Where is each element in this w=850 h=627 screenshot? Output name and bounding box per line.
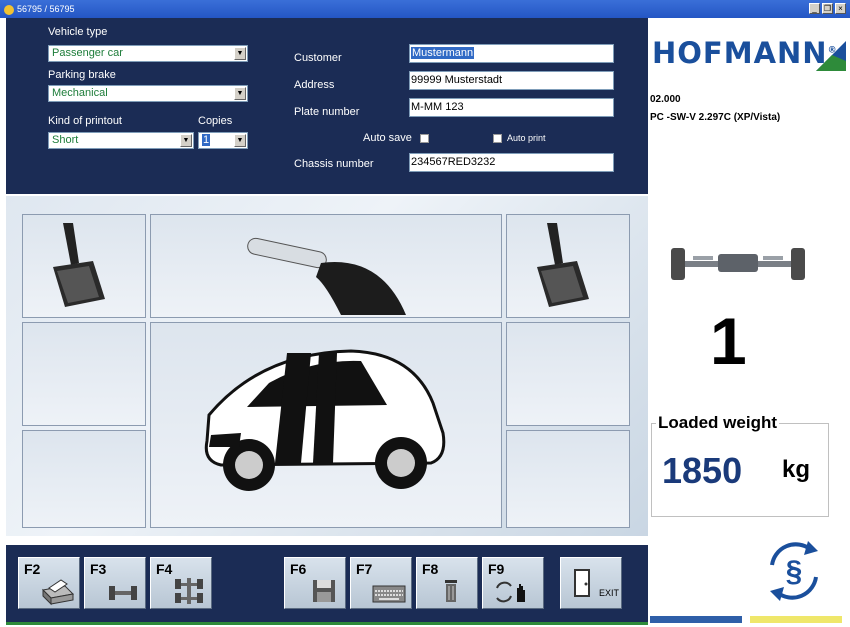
- f9-label: F9: [488, 561, 505, 577]
- handbrake-cell[interactable]: [150, 214, 502, 318]
- address-input[interactable]: 99999 Musterstadt: [409, 71, 614, 90]
- customer-value: Mustermann: [411, 47, 475, 59]
- exit-button[interactable]: EXIT: [560, 557, 622, 609]
- version-code: 02.000: [650, 94, 681, 105]
- left-pedal-cell[interactable]: [22, 214, 146, 318]
- f9-reset-button[interactable]: F9: [482, 557, 544, 609]
- weight-value: 1850: [662, 450, 743, 491]
- chassis-label: Chassis number: [294, 158, 374, 170]
- f4-label: F4: [156, 561, 173, 577]
- customer-input[interactable]: Mustermann: [409, 44, 614, 63]
- parking-brake-select[interactable]: Mechanical ▼: [48, 85, 248, 102]
- brake-pedal-icon: [537, 223, 589, 307]
- right-upper-cell[interactable]: [506, 322, 630, 426]
- close-icon[interactable]: ×: [835, 3, 846, 14]
- auto-save-checkbox[interactable]: [420, 134, 429, 143]
- chevron-down-icon[interactable]: ▼: [180, 134, 192, 147]
- chassis-input[interactable]: 234567RED3232: [409, 153, 614, 172]
- f3-label: F3: [90, 561, 107, 577]
- vehicle-form-panel: Vehicle type Passenger car ▼ Parking bra…: [6, 18, 648, 194]
- chassis-icon: [175, 578, 203, 604]
- left-upper-cell[interactable]: [22, 322, 146, 426]
- brake-pedal-icon: [53, 223, 105, 307]
- brand-name: HOFMANN: [652, 36, 828, 70]
- axle-icon: [671, 248, 805, 280]
- window-controls: _ ❐ ×: [809, 3, 846, 14]
- status-bar-blue: [650, 616, 742, 623]
- right-pedal-cell[interactable]: [506, 214, 630, 318]
- f7-label: F7: [356, 561, 373, 577]
- printout-label: Kind of printout: [48, 115, 122, 127]
- auto-save-label: Auto save: [363, 132, 412, 144]
- parking-brake-value: Mechanical: [52, 87, 108, 99]
- single-axle-icon: [109, 586, 137, 600]
- refresh-hand-icon: [496, 581, 525, 603]
- weight-unit: kg: [782, 456, 811, 483]
- function-key-bar: F2 F3 F4 F6 F7 F8 F9 EXIT: [6, 545, 648, 625]
- svg-text:§: §: [786, 555, 803, 588]
- legal-paragraph-icon[interactable]: §: [758, 535, 830, 607]
- copies-value: 1: [202, 134, 211, 146]
- keyboard-icon: [372, 585, 406, 603]
- floppy-disk-icon: [313, 580, 335, 602]
- f2-print-button[interactable]: F2: [18, 557, 80, 609]
- chevron-down-icon[interactable]: ▼: [234, 87, 246, 100]
- plate-label: Plate number: [294, 106, 360, 118]
- vehicle-type-label: Vehicle type: [48, 26, 108, 38]
- auto-print-checkbox[interactable]: [493, 134, 502, 143]
- restore-icon[interactable]: ❐: [822, 3, 833, 14]
- software-version: PC -SW-V 2.297C (XP/Vista): [650, 112, 781, 123]
- parking-brake-label: Parking brake: [48, 69, 116, 81]
- f7-keyboard-button[interactable]: F7: [350, 557, 412, 609]
- auto-print-label: Auto print: [507, 133, 546, 143]
- left-lower-cell[interactable]: [22, 430, 146, 528]
- trash-icon: [445, 580, 457, 602]
- printout-value: Short: [52, 134, 79, 146]
- right-lower-cell[interactable]: [506, 430, 630, 528]
- exit-label: EXIT: [599, 588, 620, 598]
- copies-label: Copies: [198, 115, 233, 127]
- window-title: 56795 / 56795: [17, 4, 75, 14]
- minimize-icon[interactable]: _: [809, 3, 820, 14]
- plate-input[interactable]: M-MM 123: [409, 98, 614, 117]
- f3-axle-button[interactable]: F3: [84, 557, 146, 609]
- info-panel: HOFMANN® 02.000 PC -SW-V 2.297C (XP/Vist…: [648, 18, 850, 627]
- printout-select[interactable]: Short ▼: [48, 132, 194, 149]
- vehicle-type-value: Passenger car: [52, 47, 123, 59]
- axle-number: 1: [710, 304, 747, 378]
- f2-label: F2: [24, 561, 41, 577]
- printer-icon: [41, 579, 75, 606]
- vehicle-type-select[interactable]: Passenger car ▼: [48, 45, 248, 62]
- customer-label: Customer: [294, 52, 342, 64]
- f4-multi-axle-button[interactable]: F4: [150, 557, 212, 609]
- handbrake-icon: [247, 237, 406, 315]
- brand-logo: HOFMANN®: [652, 36, 838, 70]
- f8-label: F8: [422, 561, 439, 577]
- brand-logo-icon: [816, 41, 846, 71]
- copies-select[interactable]: 1 ▼: [198, 132, 248, 149]
- window-titlebar: 56795 / 56795 _ ❐ ×: [0, 0, 850, 18]
- chevron-down-icon[interactable]: ▼: [234, 134, 246, 147]
- status-bar-yellow: [750, 616, 842, 623]
- loaded-weight-label: Loaded weight: [656, 413, 779, 433]
- f6-label: F6: [290, 561, 307, 577]
- f8-delete-button[interactable]: F8: [416, 557, 478, 609]
- f6-save-button[interactable]: F6: [284, 557, 346, 609]
- brake-test-area: [6, 196, 648, 536]
- vehicle-cell[interactable]: [150, 322, 502, 528]
- address-label: Address: [294, 79, 335, 91]
- car-icon: [204, 349, 446, 491]
- app-icon: [4, 4, 14, 15]
- loaded-weight-box: Loaded weight 1850 kg: [651, 413, 829, 517]
- chevron-down-icon[interactable]: ▼: [234, 47, 246, 60]
